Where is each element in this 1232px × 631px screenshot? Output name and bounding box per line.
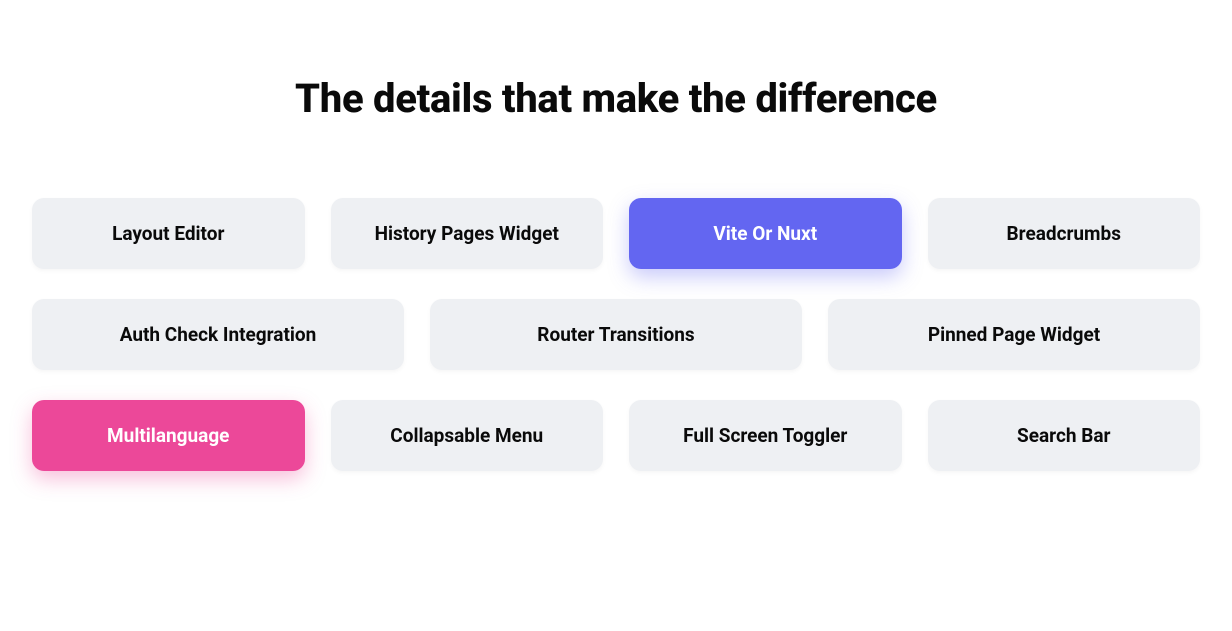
tag-label: History Pages Widget xyxy=(375,222,559,245)
tag-label: Auth Check Integration xyxy=(120,323,317,346)
tag-row: Auth Check Integration Router Transition… xyxy=(32,299,1200,370)
feature-tag-grid: Layout Editor History Pages Widget Vite … xyxy=(32,198,1200,471)
tag-row: Layout Editor History Pages Widget Vite … xyxy=(32,198,1200,269)
tag-label: Breadcrumbs xyxy=(1007,222,1121,245)
feature-tag-router-transitions[interactable]: Router Transitions xyxy=(430,299,802,370)
tag-label: Multilanguage xyxy=(107,424,229,447)
tag-label: Router Transitions xyxy=(537,323,694,346)
feature-tag-history-pages-widget[interactable]: History Pages Widget xyxy=(331,198,604,269)
feature-tag-full-screen-toggler[interactable]: Full Screen Toggler xyxy=(629,400,902,471)
feature-tag-pinned-page-widget[interactable]: Pinned Page Widget xyxy=(828,299,1200,370)
feature-tag-multilanguage[interactable]: Multilanguage xyxy=(32,400,305,471)
feature-tag-search-bar[interactable]: Search Bar xyxy=(928,400,1201,471)
feature-tag-breadcrumbs[interactable]: Breadcrumbs xyxy=(928,198,1201,269)
feature-tag-collapsable-menu[interactable]: Collapsable Menu xyxy=(331,400,604,471)
tag-row: Multilanguage Collapsable Menu Full Scre… xyxy=(32,400,1200,471)
feature-section: The details that make the difference Lay… xyxy=(16,75,1216,471)
tag-label: Full Screen Toggler xyxy=(683,424,847,447)
tag-label: Layout Editor xyxy=(112,222,224,245)
tag-label: Collapsable Menu xyxy=(390,424,543,447)
feature-tag-layout-editor[interactable]: Layout Editor xyxy=(32,198,305,269)
feature-tag-auth-check-integration[interactable]: Auth Check Integration xyxy=(32,299,404,370)
tag-label: Pinned Page Widget xyxy=(928,323,1100,346)
tag-label: Vite Or Nuxt xyxy=(713,222,817,245)
tag-label: Search Bar xyxy=(1017,424,1110,447)
section-heading: The details that make the difference xyxy=(32,75,1200,122)
feature-tag-vite-or-nuxt[interactable]: Vite Or Nuxt xyxy=(629,198,902,269)
